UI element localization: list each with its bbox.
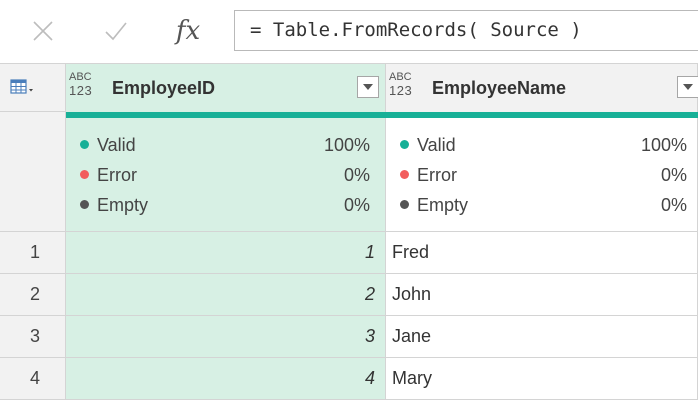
quality-error: Error — [80, 163, 137, 187]
cell-employeename[interactable]: Fred — [386, 232, 698, 274]
quality-valid-value: 100% — [640, 135, 687, 155]
cell-employeeid[interactable]: 3 — [66, 316, 386, 358]
quality-valid-value: 100% — [323, 135, 370, 155]
empty-dot-icon — [400, 199, 409, 209]
column-quality-employeeid: Valid 100% Error 0% Empty 0% — [66, 118, 386, 232]
quality-empty: Empty — [80, 193, 148, 217]
cell-employeename[interactable]: Jane — [386, 316, 698, 358]
cancel-icon[interactable] — [28, 16, 58, 46]
column-header-employeeid[interactable]: ABC 123 EmployeeID — [66, 64, 386, 112]
any-type-icon[interactable]: ABC 123 — [69, 72, 92, 98]
column-name: EmployeeID — [112, 78, 216, 98]
formula-bar: fx = Table.FromRecords( Source ) — [0, 0, 698, 60]
quality-valid: Valid — [80, 133, 136, 157]
cell-employeeid[interactable]: 1 — [66, 232, 386, 274]
fx-icon[interactable]: fx — [173, 16, 203, 46]
table-row[interactable]: 4 4 Mary — [0, 358, 698, 400]
chevron-down-icon — [683, 84, 693, 90]
quality-error-value: 0% — [343, 165, 370, 185]
quality-error-value: 0% — [660, 165, 687, 185]
filter-dropdown-button[interactable] — [677, 76, 698, 98]
commit-check-icon[interactable] — [101, 16, 131, 46]
quality-empty-value: 0% — [343, 195, 370, 215]
empty-dot-icon — [80, 199, 89, 209]
row-number[interactable]: 2 — [0, 274, 66, 316]
table-menu-corner[interactable] — [0, 64, 66, 112]
row-number[interactable]: 1 — [0, 232, 66, 274]
cell-employeeid[interactable]: 2 — [66, 274, 386, 316]
row-number[interactable]: 4 — [0, 358, 66, 400]
cell-employeeid[interactable]: 4 — [66, 358, 386, 400]
valid-dot-icon — [80, 139, 89, 149]
column-header-employeename[interactable]: ABC 123 EmployeeName — [386, 64, 698, 112]
data-grid: ABC 123 EmployeeID ABC 123 EmployeeName … — [0, 63, 698, 401]
type-abc-label: ABC — [389, 71, 412, 83]
quality-empty-value: 0% — [660, 195, 687, 215]
filter-dropdown-button[interactable] — [357, 76, 379, 98]
table-row[interactable]: 3 3 Jane — [0, 316, 698, 358]
row-number[interactable]: 3 — [0, 316, 66, 358]
quality-error: Error — [400, 163, 457, 187]
error-dot-icon — [80, 169, 89, 179]
any-type-icon[interactable]: ABC 123 — [389, 72, 412, 98]
formula-bar-buttons: fx — [15, 14, 225, 48]
table-row[interactable]: 1 1 Fred — [0, 232, 698, 274]
cell-employeename[interactable]: Mary — [386, 358, 698, 400]
quality-row-header — [0, 112, 66, 232]
valid-dot-icon — [400, 139, 409, 149]
cell-employeename[interactable]: John — [386, 274, 698, 316]
table-row[interactable]: 2 2 John — [0, 274, 698, 316]
formula-input[interactable]: = Table.FromRecords( Source ) — [234, 10, 698, 51]
type-abc-label: ABC — [69, 71, 92, 83]
error-dot-icon — [400, 169, 409, 179]
quality-empty: Empty — [400, 193, 468, 217]
type-123-label: 123 — [69, 83, 93, 98]
chevron-down-icon — [363, 84, 373, 90]
column-name: EmployeeName — [432, 78, 567, 98]
quality-valid: Valid — [400, 133, 456, 157]
table-icon — [10, 79, 33, 94]
column-quality-employeename: Valid 100% Error 0% Empty 0% — [386, 118, 698, 232]
type-123-label: 123 — [389, 83, 413, 98]
